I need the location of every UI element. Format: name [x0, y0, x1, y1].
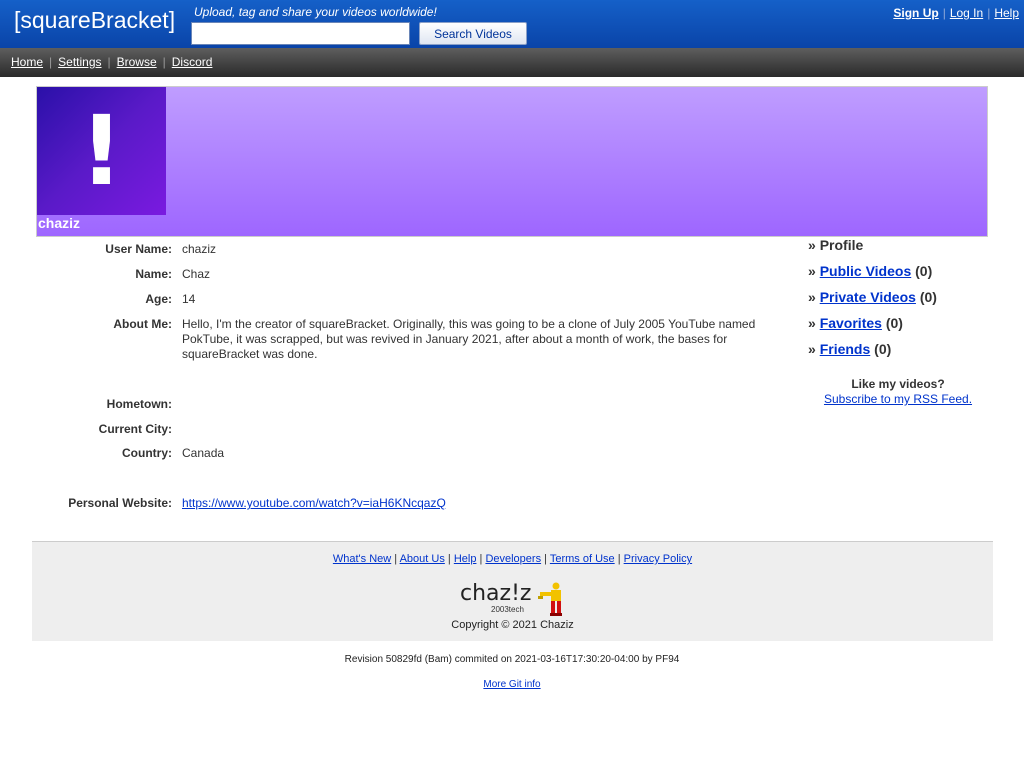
search-videos-button[interactable]: Search Videos — [419, 22, 527, 45]
separator: | — [942, 6, 946, 20]
separator: | — [49, 55, 53, 69]
favorites-link[interactable]: Favorites — [820, 315, 882, 331]
friends-link[interactable]: Friends — [820, 341, 871, 357]
banner-username: chaziz — [38, 215, 81, 231]
count-badge: (0) — [919, 289, 937, 305]
profile-banner: ! chaziz — [36, 86, 988, 237]
main-nav: Home | Settings | Browse | Discord — [0, 48, 1024, 77]
mascot-figure-icon — [538, 582, 562, 616]
chevron-right-icon: » — [808, 263, 816, 279]
user-links: Sign Up | Log In | Help — [893, 6, 1019, 20]
separator: | — [544, 553, 547, 565]
help-link[interactable]: Help — [994, 6, 1019, 20]
footer-link-privacy-policy[interactable]: Privacy Policy — [624, 553, 692, 565]
sidebar-item-profile: » Profile — [808, 237, 863, 253]
footer-link-help[interactable]: Help — [454, 553, 477, 565]
public-videos-link[interactable]: Public Videos — [820, 263, 912, 279]
separator: | — [107, 55, 111, 69]
field-label: Age: — [145, 292, 172, 306]
separator: | — [162, 55, 166, 69]
field-value: 14 — [182, 292, 196, 306]
copyright: Copyright © 2021 Chaziz — [451, 619, 574, 631]
exclamation-icon: ! — [79, 95, 124, 207]
site-tagline: Upload, tag and share your videos worldw… — [194, 5, 437, 19]
field-label: Hometown: — [106, 397, 172, 411]
avatar: ! — [37, 87, 166, 215]
rss-question: Like my videos? — [851, 377, 945, 391]
log-in-link[interactable]: Log In — [950, 6, 983, 20]
rss-subscribe-link[interactable]: Subscribe to my RSS Feed. — [808, 392, 988, 406]
field-label: Country: — [122, 446, 172, 460]
field-value: Canada — [182, 446, 225, 460]
separator: | — [447, 553, 451, 565]
nav-home[interactable]: Home — [11, 55, 43, 69]
chevron-right-icon: » — [808, 315, 816, 331]
sidebar-item-public-videos: » Public Videos (0) — [808, 263, 932, 279]
field-value: chaziz — [182, 242, 217, 256]
count-badge: (0) — [874, 341, 892, 357]
footer-logo-text: chaz!z — [460, 581, 532, 606]
footer-links: What's New | About Us | Help | Developer… — [32, 553, 993, 565]
field-value: Hello, I'm the creator of squareBracket.… — [182, 317, 756, 361]
nav-browse[interactable]: Browse — [117, 55, 157, 69]
footer-logo: chaz!z 2003tech — [460, 581, 570, 617]
chevron-right-icon: » — [808, 289, 816, 305]
more-git-info-link[interactable]: More Git info — [483, 679, 540, 690]
separator: | — [394, 553, 398, 565]
footer-logo-subtext: 2003tech — [491, 605, 524, 614]
site-logo[interactable]: [squareBracket] — [14, 7, 175, 34]
nav-settings[interactable]: Settings — [58, 55, 101, 69]
personal-website-link[interactable]: https://www.youtube.com/watch?v=iaH6KNcq… — [182, 496, 772, 511]
count-badge: (0) — [885, 315, 903, 331]
sign-up-link[interactable]: Sign Up — [893, 6, 938, 20]
revision-info: Revision 50829fd (Bam) commited on 2021-… — [344, 654, 680, 665]
top-header: [squareBracket] Upload, tag and share yo… — [0, 0, 1024, 48]
nav-discord[interactable]: Discord — [172, 55, 213, 69]
sidebar-item-private-videos: » Private Videos (0) — [808, 289, 937, 305]
footer-link-whats-new[interactable]: What's New — [333, 553, 391, 565]
chevron-right-icon: » — [808, 237, 816, 253]
search-input[interactable] — [191, 22, 410, 45]
git-info: More Git info — [0, 679, 1024, 690]
chevron-right-icon: » — [808, 341, 816, 357]
private-videos-link[interactable]: Private Videos — [820, 289, 916, 305]
field-label: User Name: — [105, 242, 172, 256]
separator: | — [987, 6, 991, 20]
count-badge: (0) — [915, 263, 933, 279]
field-label: Personal Website: — [68, 496, 172, 510]
field-label: Current City: — [98, 422, 172, 436]
sidebar-item-label: Profile — [819, 237, 864, 253]
footer-link-terms-of-use[interactable]: Terms of Use — [550, 553, 615, 565]
field-label: Name: — [135, 267, 172, 281]
separator: | — [479, 553, 483, 565]
footer-link-about-us[interactable]: About Us — [400, 553, 445, 565]
footer-link-developers[interactable]: Developers — [485, 553, 541, 565]
sidebar-item-friends: » Friends (0) — [808, 341, 891, 357]
field-label: About Me: — [113, 317, 172, 331]
separator: | — [617, 553, 621, 565]
rss-box: Like my videos? Subscribe to my RSS Feed… — [808, 377, 988, 406]
footer: What's New | About Us | Help | Developer… — [32, 541, 993, 641]
sidebar-item-favorites: » Favorites (0) — [808, 315, 903, 331]
field-value: Chaz — [182, 267, 211, 281]
